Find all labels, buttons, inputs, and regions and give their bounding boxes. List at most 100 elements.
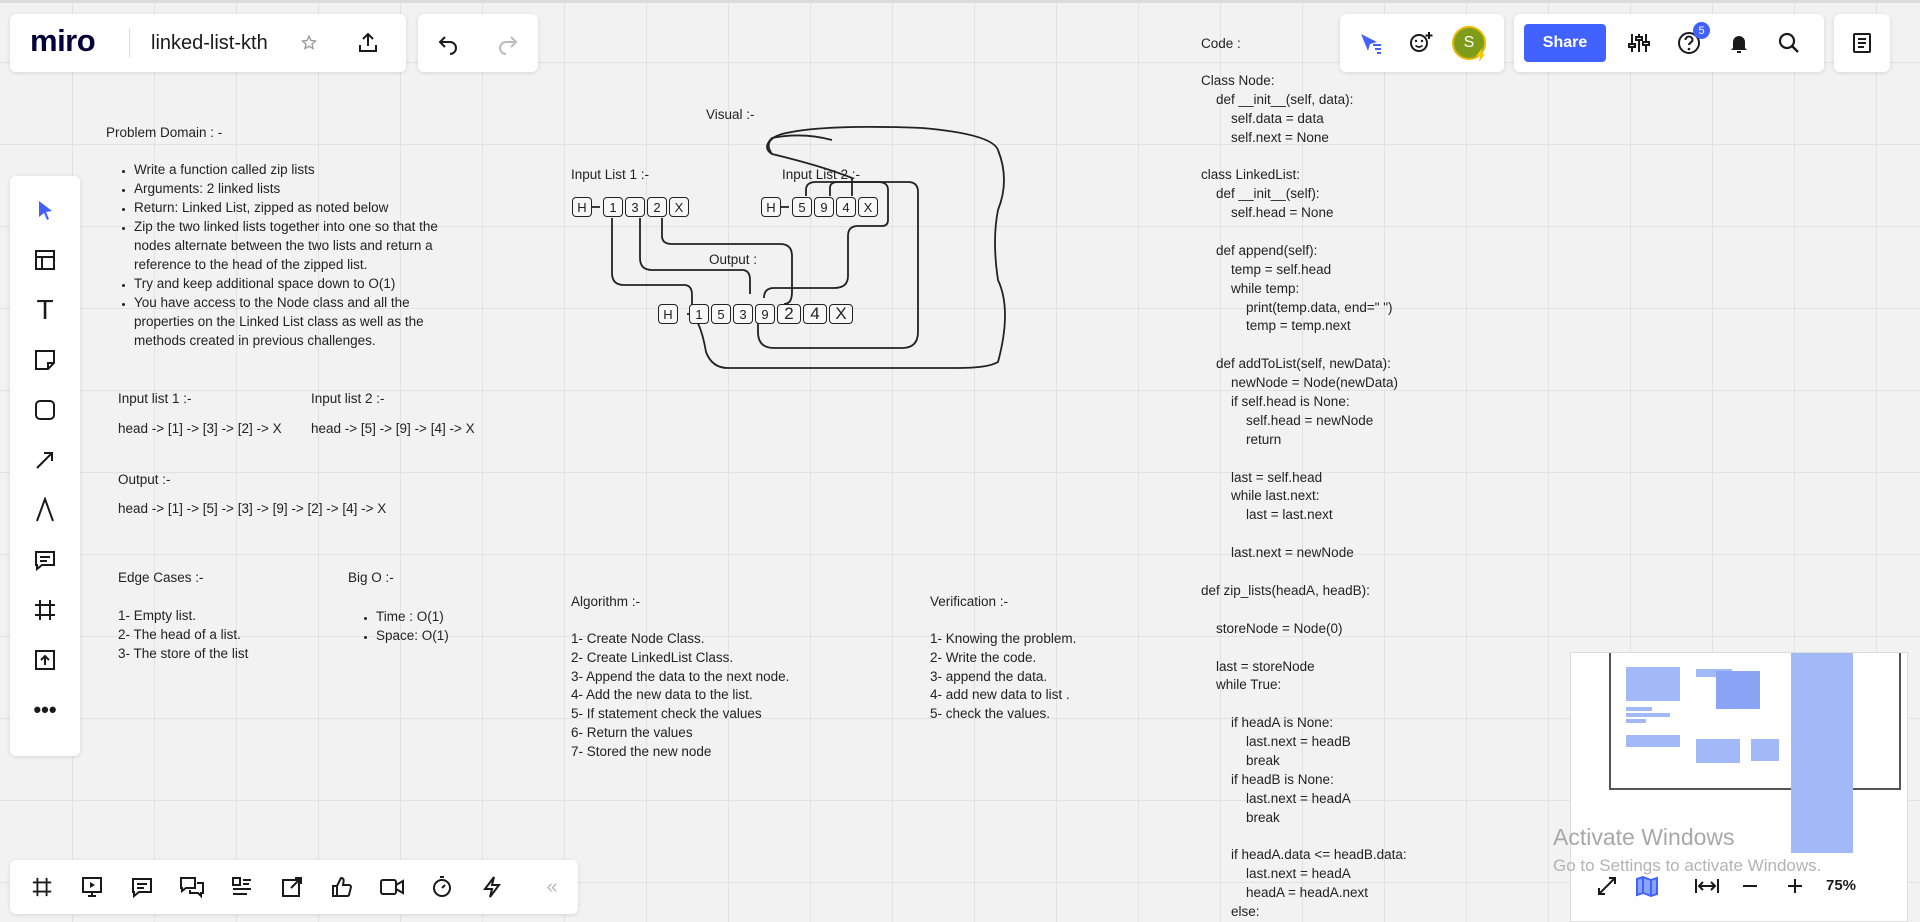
code-line: while True: [1201,677,1282,693]
visual-list-2-label: Input List 2 :- [782,167,861,182]
select-cursor-icon[interactable] [29,194,61,226]
notifications-bell-icon[interactable] [1724,29,1754,57]
embed-icon[interactable] [278,873,306,901]
minimap-block [1626,713,1670,717]
algorithm-step: 7- Stored the new node [571,743,712,759]
code-line: def zip_lists(headA, headB): [1201,582,1370,598]
minimap-block [1626,707,1652,711]
miro-logo[interactable]: miro [30,23,96,59]
undo-icon[interactable] [434,29,462,57]
left-tools-panel: T ••• [10,176,80,756]
visual-node: 9 [755,304,775,324]
star-icon[interactable] [298,32,320,54]
code-line: break [1201,809,1280,825]
top-divider [0,0,1920,3]
comment-tool-icon[interactable] [29,544,61,576]
chat-icon[interactable] [178,873,206,901]
algorithm-list: 1- Create Node Class. 2- Create LinkedLis… [571,630,789,762]
card-list-icon[interactable] [228,873,256,901]
presentation-icon[interactable] [78,873,106,901]
output-value: head -> [1] -> [5] -> [3] -> [9] -> [2] … [118,501,387,516]
map-icon[interactable] [1632,871,1662,901]
minimap-block [1716,671,1760,709]
visual-node: H [658,304,678,324]
algorithm-step: 5- If statement check the values [571,706,762,722]
board-title[interactable]: linked-list-kth [151,32,268,55]
code-line: last.next = headB [1201,734,1351,750]
zoom-in-icon[interactable] [1780,871,1810,901]
shape-tool-icon[interactable] [29,394,61,426]
code-line: self.head = None [1201,205,1334,221]
input-list-1-label: Input list 1 :- [118,391,192,406]
algorithm-step: 2- Create LinkedList Class. [571,649,734,665]
frame-tool-icon[interactable] [29,594,61,626]
minimap-block [1626,735,1680,747]
timer-icon[interactable] [428,873,456,901]
visual-node: X [858,197,878,217]
connection-line-icon[interactable] [29,444,61,476]
redo-icon[interactable] [494,29,522,57]
code-line: temp = temp.next [1201,318,1351,334]
zoom-level[interactable]: 75% [1826,877,1856,894]
visual-node: 1 [689,304,709,324]
visual-node: 4 [836,197,856,217]
notes-list-icon[interactable] [1847,29,1877,57]
sticky-note-icon[interactable] [29,344,61,376]
visual-node: 2 [777,304,801,324]
code-line: def addToList(self, newData): [1201,356,1391,372]
verification-step: 3- append the data. [930,668,1048,684]
edge-case-item: 1- Empty list. [118,608,197,623]
input-list-2-value: head -> [5] -> [9] -> [4] -> X [311,421,475,436]
reactions-thumb-icon[interactable] [328,873,356,901]
help-notification-badge: 5 [1693,22,1710,39]
code-line: headA = headA.next [1201,885,1368,901]
algorithm-step: 1- Create Node Class. [571,631,705,646]
code-line: class LinkedList: [1201,167,1301,183]
problem-bullet: Try and keep additional space down to O(… [134,274,456,293]
lightning-badge-icon [1474,48,1488,62]
comments-icon[interactable] [128,873,156,901]
lightning-icon[interactable] [478,873,506,901]
settings-sliders-icon[interactable] [1624,29,1654,57]
more-tools-icon[interactable]: ••• [29,694,61,726]
visual-node: H [572,197,592,217]
fullscreen-icon[interactable] [1592,871,1622,901]
big-o-item: Time : O(1) [376,607,498,626]
activate-windows-title: Activate Windows [1553,824,1735,850]
code-line: storeNode = Node(0) [1201,620,1343,636]
code-line: def __init__(self, data): [1201,91,1354,107]
reaction-add-icon[interactable] [1406,29,1436,57]
code-line: return [1201,431,1282,447]
visual-node: 9 [814,197,834,217]
input-list-2-label: Input list 2 :- [311,391,385,406]
code-line: last = last.next [1201,507,1333,523]
code-line: self.data = data [1201,110,1324,126]
visual-node: 1 [603,197,623,217]
big-o-heading: Big O :- [348,570,394,585]
input-list-1-value: head -> [1] -> [3] -> [2] -> X [118,421,282,436]
video-call-icon[interactable] [378,873,406,901]
code-line: if headA.data <= headB.data: [1201,847,1407,863]
search-icon[interactable] [1774,29,1804,57]
code-line: def append(self): [1201,242,1318,258]
zoom-out-icon[interactable] [1735,871,1765,901]
collapse-toolbar-icon[interactable]: « [538,873,566,901]
frames-icon[interactable] [28,873,56,901]
upload-icon[interactable] [29,644,61,676]
visual-heading: Visual :- [706,107,755,122]
share-button[interactable]: Share [1524,24,1606,62]
visual-node: X [669,197,689,217]
fit-to-screen-icon[interactable] [1692,871,1722,901]
zoom-controls: 75% [1580,862,1900,912]
templates-icon[interactable] [29,244,61,276]
visual-output-label: Output : [709,252,758,267]
text-tool-icon[interactable]: T [29,294,61,326]
export-upload-icon[interactable] [354,29,382,57]
code-line: if headB is None: [1201,771,1334,787]
pen-tool-icon[interactable] [29,494,61,526]
